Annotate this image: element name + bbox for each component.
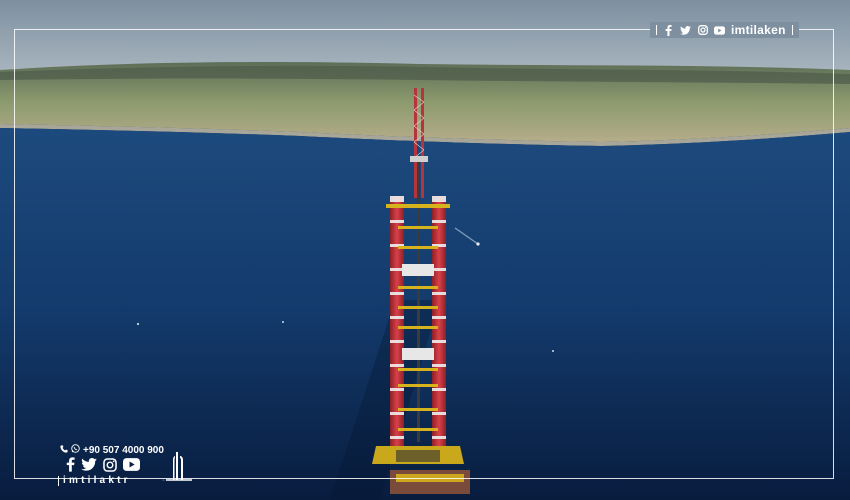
twitter-icon[interactable] — [680, 25, 691, 36]
phone-row: +90 507 4000 900 — [60, 444, 164, 456]
photo-scene: imtilaken +90 507 4000 900 imtilaktr ◦ — [0, 0, 850, 500]
facebook-icon[interactable] — [663, 24, 674, 36]
youtube-icon[interactable] — [123, 458, 140, 476]
divider-tick — [58, 475, 59, 486]
footer-socials — [66, 457, 140, 477]
footer-brand-name[interactable]: imtilaktr — [63, 475, 131, 486]
svg-text:◦: ◦ — [162, 478, 165, 484]
twitter-icon[interactable] — [81, 458, 97, 476]
phone-number[interactable]: +90 507 4000 900 — [83, 445, 164, 456]
brand-logo: ◦ — [162, 450, 196, 491]
divider-tick — [791, 25, 793, 35]
brand-top: imtilaken — [650, 22, 799, 38]
phone-icon — [60, 444, 68, 456]
youtube-icon[interactable] — [714, 25, 725, 36]
instagram-icon[interactable] — [103, 457, 117, 477]
contact-footer: +90 507 4000 900 imtilaktr ◦ — [54, 444, 204, 486]
bridge-tower-photo — [0, 0, 850, 500]
divider-tick — [656, 25, 657, 35]
brand-handle[interactable]: imtilaken — [731, 23, 786, 37]
instagram-icon[interactable] — [697, 25, 708, 36]
facebook-icon[interactable] — [66, 457, 75, 477]
whatsapp-icon — [71, 444, 80, 456]
footer-brand-row: imtilaktr — [58, 475, 131, 486]
